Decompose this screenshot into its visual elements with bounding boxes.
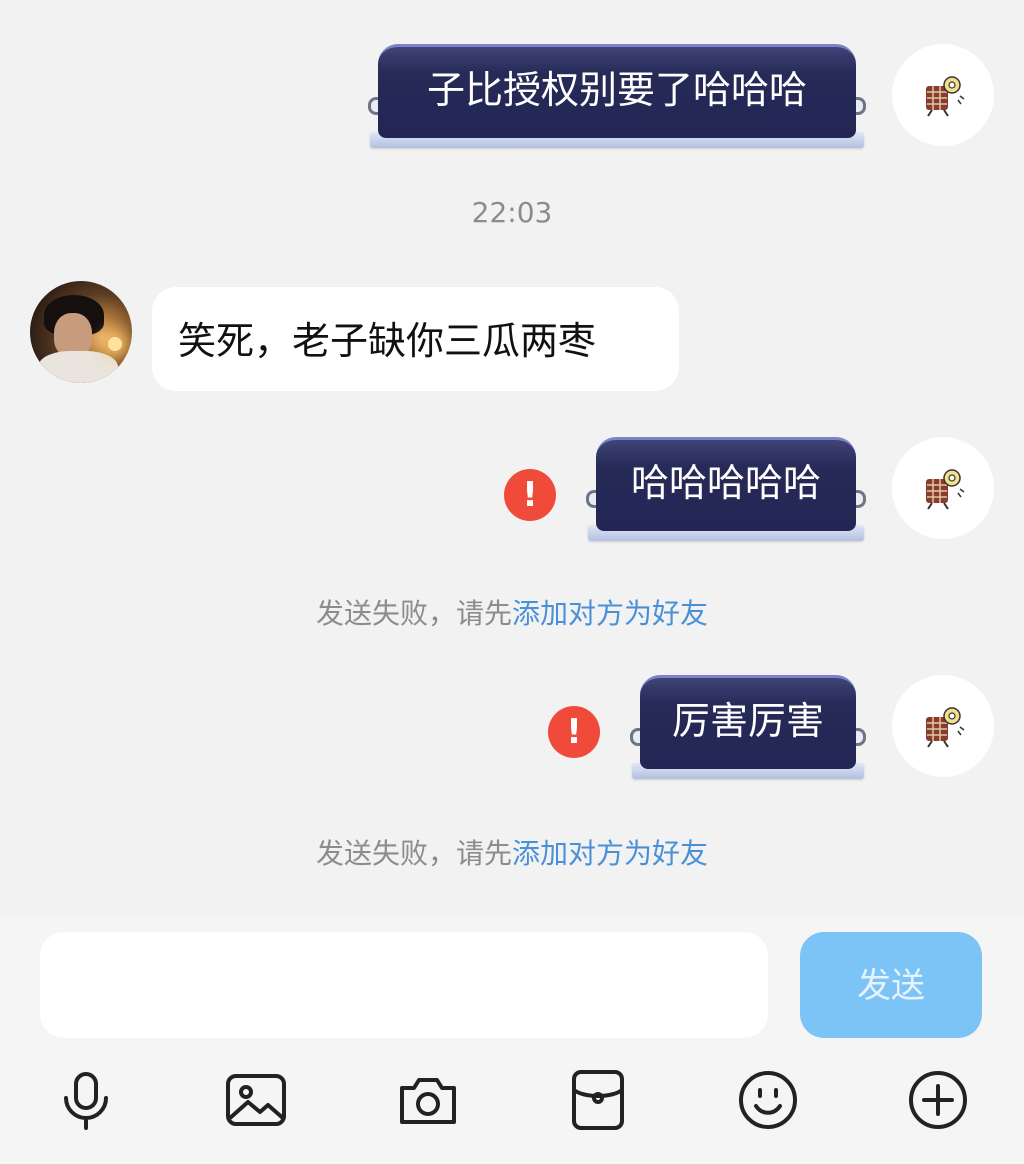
message-input[interactable] [40, 932, 768, 1038]
cartoon-avatar-icon [926, 469, 965, 510]
send-failed-notice: 发送失败，请先添加对方为好友 [0, 592, 1024, 632]
cartoon-avatar-icon [926, 76, 965, 117]
microphone-icon[interactable] [54, 1068, 118, 1132]
message-text: 笑死，老子缺你三瓜两枣 [178, 319, 597, 363]
camera-icon[interactable] [396, 1068, 460, 1132]
composer-bar: 发送 [0, 918, 1024, 1164]
plus-icon[interactable] [906, 1068, 970, 1132]
emoji-icon[interactable] [736, 1068, 800, 1132]
send-button[interactable]: 发送 [800, 932, 982, 1038]
outgoing-message-bubble[interactable]: 子比授权别要了哈哈哈 [368, 44, 866, 154]
my-avatar[interactable] [892, 44, 994, 146]
red-packet-icon[interactable] [566, 1068, 630, 1132]
outgoing-message-bubble[interactable]: 厉害厉害 [630, 675, 866, 785]
send-failed-icon[interactable]: ! [548, 706, 600, 758]
cartoon-avatar-icon [926, 707, 965, 748]
my-avatar[interactable] [892, 675, 994, 777]
image-icon[interactable] [224, 1068, 288, 1132]
avatar-light [108, 337, 122, 351]
chat-area[interactable]: 子比授权别要了哈哈哈 22:03 笑死，老子缺你三瓜两枣 ! 哈哈哈哈哈 发送失… [0, 0, 1024, 918]
outgoing-message-bubble[interactable]: 哈哈哈哈哈 [586, 437, 866, 547]
contact-avatar[interactable] [30, 281, 132, 383]
message-text: 厉害厉害 [671, 699, 824, 743]
add-friend-link[interactable]: 添加对方为好友 [512, 837, 708, 870]
send-failed-icon[interactable]: ! [504, 469, 556, 521]
add-friend-link[interactable]: 添加对方为好友 [512, 597, 708, 630]
notice-text: 发送失败，请先 [315, 837, 512, 870]
incoming-message-bubble[interactable]: 笑死，老子缺你三瓜两枣 [152, 287, 679, 391]
avatar-shirt [38, 351, 118, 383]
my-avatar[interactable] [892, 437, 994, 539]
send-failed-notice: 发送失败，请先添加对方为好友 [0, 832, 1024, 872]
message-text: 子比授权别要了哈哈哈 [426, 68, 807, 112]
message-text: 哈哈哈哈哈 [630, 461, 821, 505]
timestamp: 22:03 [471, 196, 553, 229]
notice-text: 发送失败，请先 [315, 597, 512, 630]
